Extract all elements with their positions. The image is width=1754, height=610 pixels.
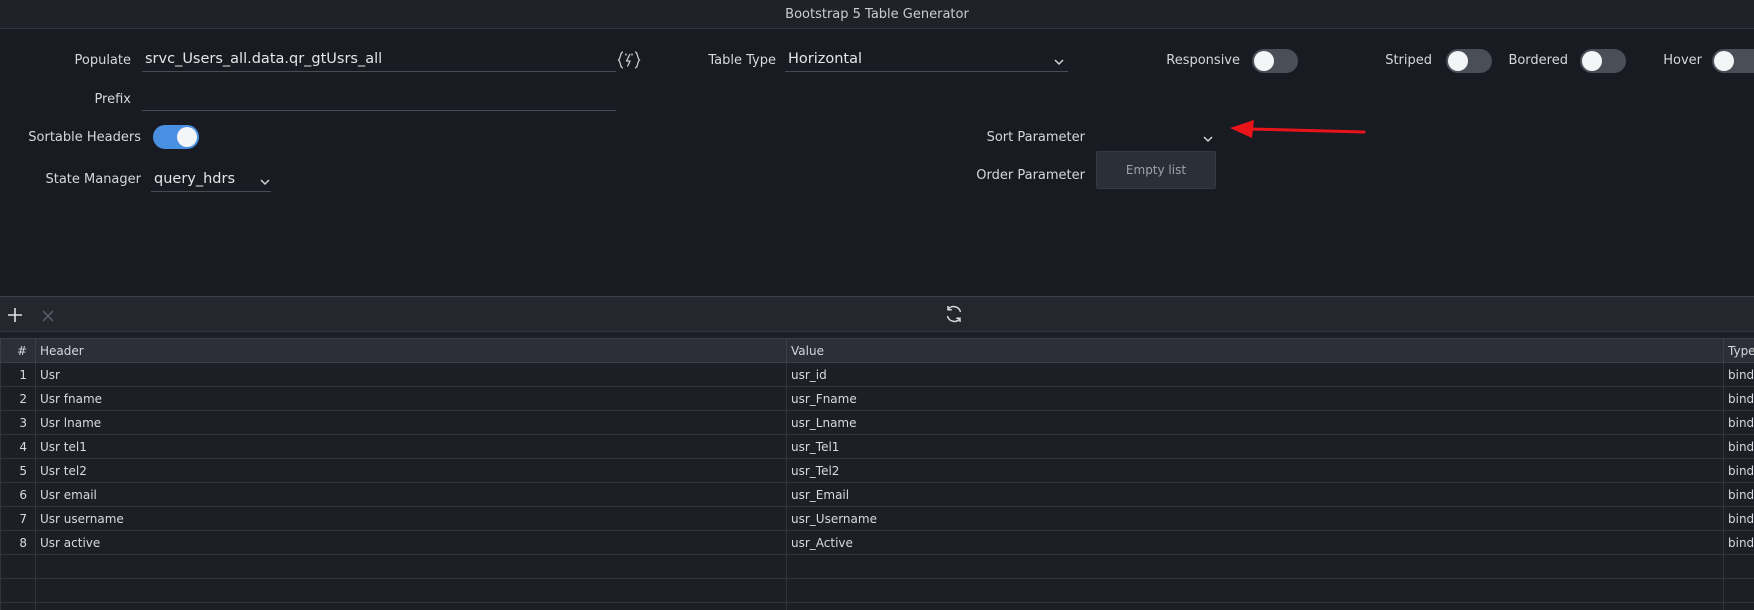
prefix-label: Prefix	[94, 92, 131, 107]
table-row[interactable]: 4 Usr tel1 usr_Tel1 bind	[0, 434, 1754, 459]
empty-cell	[1723, 602, 1754, 610]
table-row[interactable]: 5 Usr tel2 usr_Tel2 bind	[0, 458, 1754, 483]
grid-toolbar	[0, 297, 1754, 332]
empty-cell	[35, 578, 787, 603]
table-row[interactable]: 8 Usr active usr_Active bind	[0, 530, 1754, 555]
cell-type[interactable]: bind	[1723, 506, 1754, 531]
cell-header[interactable]: Usr username	[35, 506, 787, 531]
cell-header[interactable]: Usr fname	[35, 386, 787, 411]
table-row[interactable]: 7 Usr username usr_Username bind	[0, 506, 1754, 531]
empty-table-row	[0, 602, 1754, 610]
empty-cell	[35, 602, 787, 610]
cell-value[interactable]: usr_Fname	[786, 386, 1724, 411]
cell-value[interactable]: usr_Lname	[786, 410, 1724, 435]
responsive-toggle[interactable]	[1252, 49, 1298, 73]
cell-index[interactable]: 6	[0, 482, 36, 507]
cell-index[interactable]: 3	[0, 410, 36, 435]
empty-cell	[786, 578, 1724, 603]
cell-type[interactable]: bind	[1723, 434, 1754, 459]
empty-list-dropdown: Empty list	[1096, 151, 1216, 189]
cell-index[interactable]: 4	[0, 434, 36, 459]
column-header-index[interactable]: #	[0, 338, 36, 363]
cell-type[interactable]: bind	[1723, 530, 1754, 555]
cell-value[interactable]: usr_Username	[786, 506, 1724, 531]
cell-index[interactable]: 1	[0, 362, 36, 387]
chevron-down-icon	[258, 175, 272, 189]
cell-header[interactable]: Usr	[35, 362, 787, 387]
empty-cell	[0, 602, 36, 610]
empty-cell	[0, 578, 36, 603]
bordered-toggle[interactable]	[1580, 49, 1626, 73]
sort-parameter-label: Sort Parameter	[986, 130, 1085, 145]
cell-index[interactable]: 2	[0, 386, 36, 411]
populate-field[interactable]: srvc_Users_all.data.qr_gtUsrs_all	[142, 47, 616, 72]
chevron-down-icon	[1052, 55, 1066, 69]
cell-value[interactable]: usr_Active	[786, 530, 1724, 555]
cell-header[interactable]: Usr lname	[35, 410, 787, 435]
striped-toggle[interactable]	[1446, 49, 1492, 73]
cell-value[interactable]: usr_Email	[786, 482, 1724, 507]
sortable-headers-toggle[interactable]	[153, 125, 199, 149]
headers-grid: # Header Value Type 1 Usr usr_id bind 2 Usr f…	[0, 338, 1754, 610]
empty-cell	[1723, 578, 1754, 603]
cell-header[interactable]: Usr tel1	[35, 434, 787, 459]
state-manager-label: State Manager	[45, 172, 141, 187]
settings-panel: Populate srvc_Users_all.data.qr_gtUsrs_a…	[0, 29, 1754, 297]
bordered-label: Bordered	[1508, 53, 1568, 68]
headers-table: # Header Value Type 1 Usr usr_id bind 2 Usr f…	[0, 338, 1754, 610]
empty-cell	[0, 554, 36, 579]
populate-label: Populate	[74, 53, 132, 68]
refresh-icon[interactable]	[944, 304, 964, 328]
prefix-field[interactable]	[142, 86, 616, 111]
sort-parameter-select[interactable]	[1096, 125, 1216, 150]
table-row[interactable]: 1 Usr usr_id bind	[0, 362, 1754, 387]
hover-toggle[interactable]	[1712, 49, 1754, 73]
state-manager-select[interactable]: query_hdrs	[151, 167, 271, 192]
column-header-header[interactable]: Header	[35, 338, 787, 363]
cell-type[interactable]: bind	[1723, 410, 1754, 435]
cell-type[interactable]: bind	[1723, 386, 1754, 411]
sortable-headers-label: Sortable Headers	[28, 130, 141, 145]
empty-cell	[786, 602, 1724, 610]
table-type-select[interactable]: Horizontal	[785, 47, 1068, 72]
cell-value[interactable]: usr_Tel2	[786, 458, 1724, 483]
responsive-label: Responsive	[1166, 53, 1240, 68]
empty-cell	[1723, 554, 1754, 579]
cell-index[interactable]: 5	[0, 458, 36, 483]
table-row[interactable]: 3 Usr lname usr_Lname bind	[0, 410, 1754, 435]
striped-label: Striped	[1385, 53, 1432, 68]
table-row[interactable]: 2 Usr fname usr_Fname bind	[0, 386, 1754, 411]
cell-index[interactable]: 7	[0, 506, 36, 531]
cell-header[interactable]: Usr tel2	[35, 458, 787, 483]
cell-type[interactable]: bind	[1723, 458, 1754, 483]
window-title: Bootstrap 5 Table Generator	[0, 0, 1754, 29]
cell-value[interactable]: usr_Tel1	[786, 434, 1724, 459]
chevron-down-icon	[1201, 132, 1215, 146]
cell-header[interactable]: Usr email	[35, 482, 787, 507]
order-parameter-label: Order Parameter	[976, 168, 1085, 183]
plus-icon[interactable]	[7, 307, 23, 327]
table-header-row: # Header Value Type	[0, 338, 1754, 363]
empty-cell	[786, 554, 1724, 579]
cell-type[interactable]: bind	[1723, 362, 1754, 387]
table-type-label: Table Type	[708, 53, 776, 68]
empty-table-row	[0, 554, 1754, 579]
column-header-value[interactable]: Value	[786, 338, 1724, 363]
close-icon[interactable]	[41, 308, 55, 327]
hover-label: Hover	[1663, 53, 1702, 68]
cell-header[interactable]: Usr active	[35, 530, 787, 555]
column-header-type[interactable]: Type	[1723, 338, 1754, 363]
table-row[interactable]: 6 Usr email usr_Email bind	[0, 482, 1754, 507]
data-binding-icon[interactable]	[617, 50, 641, 74]
cell-value[interactable]: usr_id	[786, 362, 1724, 387]
cell-type[interactable]: bind	[1723, 482, 1754, 507]
empty-table-row	[0, 578, 1754, 603]
cell-index[interactable]: 8	[0, 530, 36, 555]
empty-cell	[35, 554, 787, 579]
annotation-arrow	[1228, 117, 1368, 151]
